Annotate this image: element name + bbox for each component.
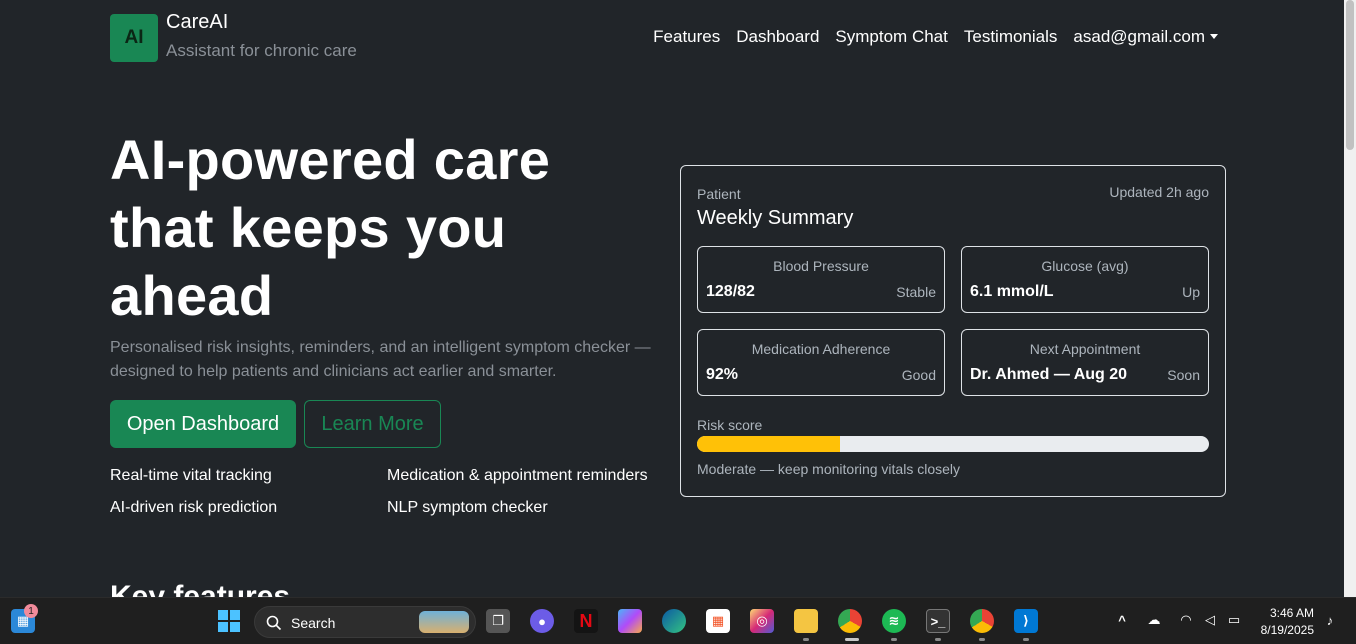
feature-item: Medication & appointment reminders [387,467,648,484]
metric-blood-pressure: Blood Pressure 128/82 Stable [697,246,945,313]
updated-timestamp: Updated 2h ago [1109,184,1209,200]
volume-icon[interactable]: ◁ [1198,608,1222,632]
terminal-icon[interactable]: >_ [926,609,950,633]
metric-status: Soon [1167,367,1200,383]
vscode-icon[interactable]: ⟩ [1014,609,1038,633]
metric-label: Next Appointment [1029,341,1141,357]
risk-score-fill [697,436,841,452]
brand-tagline: Assistant for chronic care [166,41,357,60]
scrollbar-thumb[interactable] [1346,0,1354,150]
feature-item: Real-time vital tracking [110,467,272,484]
risk-score-note: Moderate — keep monitoring vitals closel… [697,461,961,477]
nav-link-testimonials[interactable]: Testimonials [964,27,1058,47]
top-nav: Features Dashboard Symptom Chat Testimon… [653,27,1218,47]
battery-icon[interactable]: ▭ [1222,608,1246,632]
copilot-icon[interactable] [618,609,642,633]
metric-glucose: Glucose (avg) 6.1 mmol/L Up [961,246,1209,313]
chevron-up-icon[interactable]: ^ [1110,608,1134,632]
nav-link-dashboard[interactable]: Dashboard [736,27,819,47]
weekly-summary-card: Patient Updated 2h ago Weekly Summary Bl… [680,165,1226,497]
taskbar-search[interactable]: Search [254,606,476,638]
learn-more-button[interactable]: Learn More [304,400,441,448]
metric-value: Dr. Ahmed — Aug 20 [970,366,1128,383]
feature-item: NLP symptom checker [387,499,548,516]
file-explorer-icon[interactable] [794,609,818,633]
nav-link-symptom-chat[interactable]: Symptom Chat [835,27,947,47]
edge-icon[interactable] [662,609,686,633]
brand-logo[interactable]: AI [110,14,158,62]
netflix-icon[interactable]: N [574,609,598,633]
metric-value: 6.1 mmol/L [970,283,1054,300]
spotify-icon[interactable]: ≋ [882,609,906,633]
chrome-profile-icon[interactable] [970,609,994,633]
metric-label: Medication Adherence [751,341,891,357]
metric-medication-adherence: Medication Adherence 92% Good [697,329,945,396]
windows-start-icon[interactable] [217,609,241,633]
running-indicator [803,638,809,641]
metric-value: 92% [706,366,739,383]
chrome-icon[interactable] [838,609,862,633]
metric-next-appointment: Next Appointment Dr. Ahmed — Aug 20 Soon [961,329,1209,396]
user-email: asad@gmail.com [1073,27,1205,46]
metric-label: Glucose (avg) [1041,258,1129,274]
running-indicator [1023,638,1029,641]
running-indicator [935,638,941,641]
store-icon[interactable]: ▦ [706,609,730,633]
feature-item: AI-driven risk prediction [110,499,278,516]
widgets-badge: 1 [24,604,38,618]
nav-link-features[interactable]: Features [653,27,720,47]
search-icon [266,615,282,631]
chat-app-icon[interactable]: ● [530,609,554,633]
metric-status: Good [901,367,936,383]
page-scrollbar[interactable] [1344,0,1356,597]
user-menu[interactable]: asad@gmail.com [1073,27,1218,47]
instagram-icon[interactable]: ◎ [750,609,774,633]
metric-status: Stable [896,284,936,300]
brand-name[interactable]: CareAI [166,11,228,34]
open-dashboard-button[interactable]: Open Dashboard [110,400,296,448]
hero-title: AI-powered care that keeps you ahead [110,128,551,327]
card-title: Weekly Summary [697,207,854,229]
active-indicator [845,638,859,641]
windows-taskbar: ▦ 1 Search ❐ ● N ▦ ◎ ≋ >_ ⟩ ^ ☁ ◠ ◁ ▭ 3:… [0,597,1356,644]
task-view-icon[interactable]: ❐ [486,609,510,633]
onedrive-cloud-icon[interactable]: ☁ [1142,608,1166,632]
metric-status: Up [1182,284,1200,300]
card-kicker: Patient [697,186,741,202]
wifi-icon[interactable]: ◠ [1174,608,1198,632]
running-indicator [979,638,985,641]
search-highlight-image [419,611,469,633]
caret-down-icon [1210,34,1218,39]
notification-bell-icon[interactable]: ♪ [1318,608,1342,632]
risk-score-label: Risk score [697,417,763,433]
running-indicator [891,638,897,641]
hero-description: Personalised risk insights, reminders, a… [110,339,651,380]
metric-value: 128/82 [706,283,755,300]
clock-date[interactable]: 8/19/2025 [1261,623,1314,637]
metric-label: Blood Pressure [773,258,869,274]
risk-score-bar [697,436,1209,452]
clock-time[interactable]: 3:46 AM [1270,606,1314,620]
search-label: Search [291,615,336,631]
